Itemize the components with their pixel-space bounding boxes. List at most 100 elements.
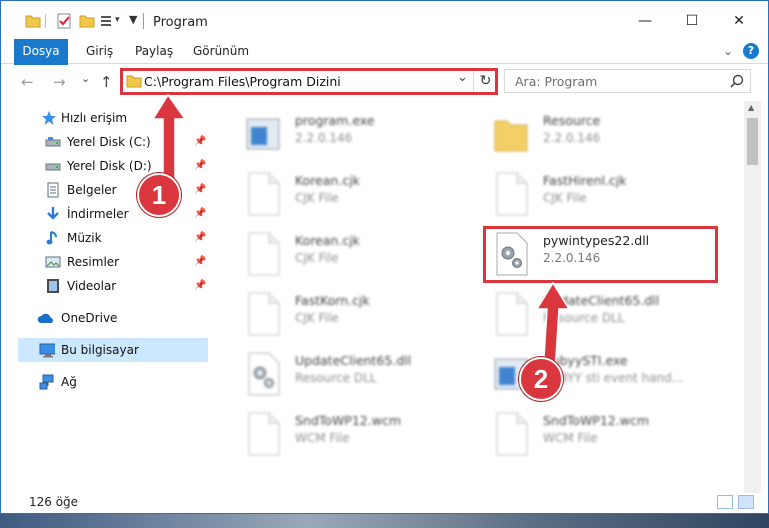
tab-share[interactable]: Paylaş [135, 39, 173, 63]
dll-gear-icon [243, 351, 283, 397]
close-button[interactable]: ✕ [716, 7, 762, 35]
file-item[interactable]: Resource 2.2.0.146 [469, 103, 709, 163]
maximize-button[interactable]: ☐ [669, 7, 715, 35]
sidebar-item-label: Bu bilgisayar [61, 343, 139, 357]
file-meta: CJK File [543, 191, 587, 205]
download-icon [47, 207, 59, 220]
music-icon [46, 231, 57, 245]
file-item[interactable]: UpdateClient65.dll Resource DLL [221, 343, 461, 403]
ribbon-expand-icon[interactable]: ⌄ [723, 39, 733, 63]
file-item[interactable]: UpdateClient65.dll Resource DLL [469, 283, 709, 343]
file-item[interactable]: FastKorn.cjk CJK File [221, 283, 461, 343]
file-meta: WCM File [295, 431, 350, 445]
computer-icon [39, 343, 55, 358]
file-icon [491, 171, 531, 217]
file-item[interactable]: Korean.cjk CJK File [221, 223, 461, 283]
sidebar-item-label: Yerel Disk (C:) [67, 135, 151, 149]
sidebar-item-label: Yerel Disk (D:) [67, 159, 152, 173]
file-name: Korean.cjk [295, 233, 360, 248]
sidebar-item-this-pc[interactable]: Bu bilgisayar [18, 338, 208, 362]
separator [45, 14, 46, 28]
step-number-2: 2 [519, 357, 563, 401]
forward-button[interactable]: → [53, 73, 66, 91]
up-button[interactable]: ↑ [100, 73, 113, 91]
file-name: FastHirenl.cjk [543, 173, 627, 188]
pin-icon[interactable]: 📌 [194, 208, 206, 219]
sidebar-item-label: Müzik [67, 231, 102, 245]
search-icon[interactable] [730, 74, 744, 88]
recent-locations-button[interactable]: ⌄ [81, 72, 90, 85]
folder-icon [491, 111, 531, 157]
file-item[interactable]: Korean.cjk CJK File [221, 163, 461, 223]
file-item[interactable]: SndToWP12.wcm WCM File [221, 403, 461, 463]
sidebar-item-videos[interactable]: Videolar 📌 [1, 274, 209, 298]
vertical-scrollbar[interactable]: ▲ [744, 101, 761, 493]
file-item[interactable]: AbbyySTI.exe ABBYY sti event hand... [469, 343, 709, 403]
file-name: program.exe [295, 113, 375, 128]
sidebar-item-label: Hızlı erişim [61, 111, 128, 125]
file-icon [243, 171, 283, 217]
file-item[interactable]: FastHirenl.cjk CJK File [469, 163, 709, 223]
sidebar-item-label: OneDrive [61, 311, 118, 325]
sidebar-item-label: Videolar [67, 279, 117, 293]
pin-icon[interactable]: 📌 [194, 232, 206, 243]
file-meta: CJK File [295, 251, 339, 265]
file-item[interactable]: SndToWP12.wcm WCM File [469, 403, 709, 463]
status-bar: 126 öğe [1, 493, 768, 513]
sidebar-item-music[interactable]: Müzik 📌 [1, 226, 209, 250]
window-title: Program [153, 15, 208, 30]
help-icon[interactable]: ? [743, 43, 759, 59]
file-item[interactable]: program.exe 2.2.0.146 [221, 103, 461, 163]
tab-view[interactable]: Görünüm [193, 39, 249, 63]
file-meta: 2.2.0.146 [295, 131, 353, 145]
file-icon [491, 411, 531, 457]
file-icon [243, 291, 283, 337]
folder-icon [25, 15, 41, 28]
new-folder-icon[interactable] [79, 13, 95, 29]
documents-icon [47, 182, 59, 198]
file-name: SndToWP12.wcm [543, 413, 649, 428]
file-meta: 2.2.0.146 [543, 131, 601, 145]
file-meta: CJK File [295, 311, 339, 325]
sidebar-item-onedrive[interactable]: OneDrive [1, 306, 209, 330]
cloud-icon [37, 313, 53, 323]
pin-icon[interactable]: 📌 [194, 256, 206, 267]
item-count: 126 öğe [29, 495, 79, 509]
file-meta: WCM File [543, 431, 598, 445]
file-icon [243, 411, 283, 457]
file-name: Resource [543, 113, 601, 128]
sidebar-item-network[interactable]: Ağ [1, 370, 209, 394]
sidebar-item-label: Belgeler [67, 183, 117, 197]
file-name: SndToWP12.wcm [295, 413, 401, 428]
pin-icon[interactable]: 📌 [194, 280, 206, 291]
pictures-icon [45, 256, 61, 268]
scroll-up-icon[interactable]: ▲ [748, 103, 754, 112]
explorer-window: ▾ ▼ Program — ☐ ✕ Dosya Giriş Paylaş Gör… [0, 0, 769, 514]
file-name: Korean.cjk [295, 173, 360, 188]
file-icon [243, 231, 283, 277]
scrollbar-thumb[interactable] [747, 118, 758, 165]
toolbar-dropdown-icon[interactable]: ▼ [129, 13, 137, 29]
file-meta: CJK File [295, 191, 339, 205]
sidebar-item-label: Ağ [61, 375, 77, 389]
exe-icon [243, 111, 283, 157]
sidebar-item-pictures[interactable]: Resimler 📌 [1, 250, 209, 274]
desktop-background [0, 514, 769, 528]
chevron-down-icon[interactable]: ▾ [115, 15, 120, 31]
customize-toolbar-icon[interactable] [100, 13, 116, 29]
videos-icon [47, 279, 59, 293]
network-icon [39, 374, 54, 390]
search-input[interactable]: Ara: Program [515, 74, 597, 89]
file-name: FastKorn.cjk [295, 293, 370, 308]
drive-icon [45, 137, 61, 147]
large-icons-view-icon[interactable] [738, 495, 754, 509]
step-number-1: 1 [137, 173, 181, 217]
minimize-button[interactable]: — [622, 7, 668, 35]
title-separator [143, 13, 144, 29]
drive-icon [45, 163, 61, 171]
back-button[interactable]: ← [21, 73, 34, 91]
sidebar-item-label: İndirmeler [67, 207, 129, 221]
tab-home[interactable]: Giriş [86, 39, 113, 63]
details-view-icon[interactable] [717, 495, 733, 509]
properties-icon[interactable] [56, 13, 72, 29]
